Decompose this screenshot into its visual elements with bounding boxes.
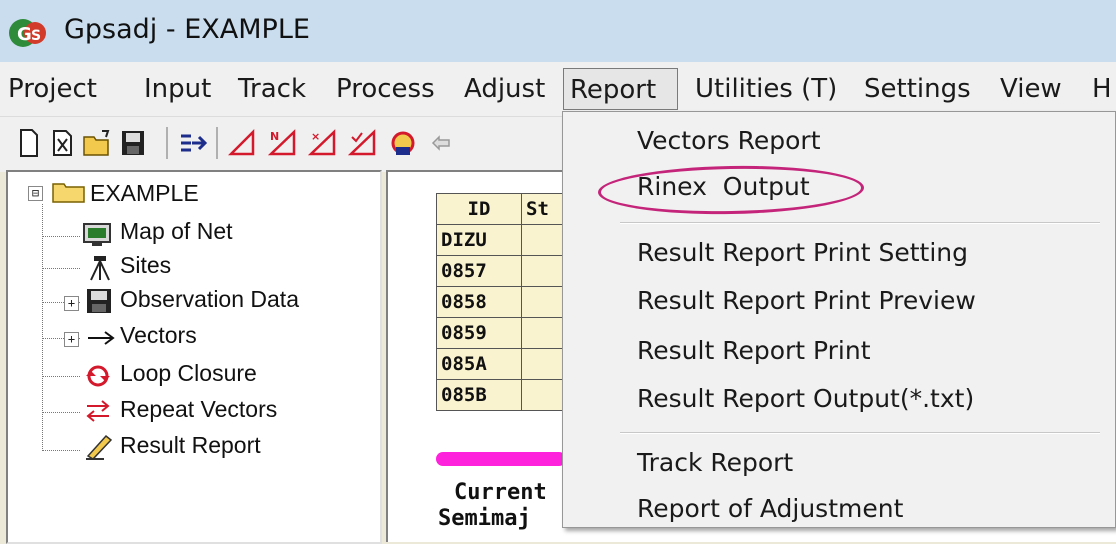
window-title: Gpsadj - EXAMPLE bbox=[64, 14, 310, 45]
svg-text:×: × bbox=[311, 130, 320, 143]
menu-item-report-of-adjustment[interactable]: Report of Adjustment bbox=[637, 494, 903, 523]
menu-separator bbox=[620, 222, 1100, 224]
loop-icon[interactable] bbox=[388, 127, 418, 159]
menu-process[interactable]: Process bbox=[336, 68, 435, 110]
close-file-icon[interactable] bbox=[50, 127, 76, 159]
arrow-icon[interactable] bbox=[430, 127, 452, 159]
grid-cell: DIZU bbox=[436, 224, 522, 256]
menu-input[interactable]: Input bbox=[144, 68, 211, 110]
triangle-check-icon[interactable] bbox=[348, 127, 378, 159]
grid-cell: 0859 bbox=[436, 317, 522, 349]
content-text-semimajor: Semimaj bbox=[438, 506, 531, 531]
tree-item-result-report[interactable]: Result Report bbox=[120, 432, 261, 459]
tree-connector bbox=[42, 412, 80, 413]
tree-item-observation-data[interactable]: Observation Data bbox=[120, 286, 299, 313]
triangle-icon[interactable] bbox=[228, 127, 256, 159]
menu-project[interactable]: Project bbox=[8, 68, 97, 110]
tree-item-sites[interactable]: Sites bbox=[120, 252, 171, 279]
menu-item-track-report[interactable]: Track Report bbox=[637, 448, 793, 477]
menu-item-result-report-print-preview[interactable]: Result Report Print Preview bbox=[637, 286, 976, 315]
loop-arrows-icon bbox=[86, 365, 110, 387]
menu-item-result-report-print[interactable]: Result Report Print bbox=[637, 336, 871, 365]
svg-text:G: G bbox=[17, 24, 32, 45]
right-arrow-icon bbox=[88, 331, 115, 345]
map-icon bbox=[83, 223, 111, 246]
tripod-icon bbox=[90, 256, 110, 281]
save-disk-icon bbox=[87, 289, 111, 313]
import-icon[interactable] bbox=[178, 127, 208, 159]
triangle-x-icon[interactable]: × bbox=[308, 127, 338, 159]
menu-item-result-report-print-setting[interactable]: Result Report Print Setting bbox=[637, 238, 968, 267]
toolbar-separator bbox=[166, 127, 168, 159]
new-file-icon[interactable] bbox=[18, 127, 40, 159]
menu-report[interactable]: Report bbox=[563, 68, 678, 110]
tree-connector bbox=[42, 268, 80, 269]
menu-utilities[interactable]: Utilities (T) bbox=[695, 68, 837, 110]
content-text-current: Current bbox=[454, 480, 547, 505]
tree-item-loop-closure[interactable]: Loop Closure bbox=[120, 360, 257, 387]
save-icon[interactable] bbox=[120, 127, 146, 159]
swap-arrows-icon bbox=[86, 400, 110, 422]
menu-separator bbox=[620, 432, 1100, 434]
svg-text:N: N bbox=[270, 130, 279, 143]
tree-item-repeat-vectors[interactable]: Repeat Vectors bbox=[120, 396, 277, 423]
tree-expand-toggle[interactable]: + bbox=[64, 296, 79, 311]
gpsadj-logo-icon: G S bbox=[9, 19, 46, 47]
pen-icon bbox=[86, 434, 113, 460]
triangle-n-icon[interactable]: N bbox=[268, 127, 298, 159]
grid-cell: 0858 bbox=[436, 286, 522, 318]
toolbar-separator bbox=[216, 127, 218, 159]
tree-collapse-toggle[interactable]: ⊟ bbox=[28, 186, 43, 201]
menu-view[interactable]: View bbox=[1000, 68, 1062, 110]
menu-item-vectors-report[interactable]: Vectors Report bbox=[637, 126, 821, 155]
menu-help[interactable]: H bbox=[1092, 68, 1112, 110]
tree-expand-toggle[interactable]: + bbox=[64, 332, 79, 347]
menu-item-result-report-output[interactable]: Result Report Output(*.txt) bbox=[637, 384, 974, 413]
folder-icon bbox=[52, 183, 85, 203]
grid-cell: 0857 bbox=[436, 255, 522, 287]
grid-cell: 085B bbox=[436, 379, 522, 411]
grid-header-id: ID bbox=[436, 193, 522, 225]
tree-connector bbox=[42, 236, 80, 237]
tree-connector bbox=[42, 376, 80, 377]
tree-connector bbox=[42, 450, 80, 451]
tree-connector bbox=[42, 204, 43, 451]
menu-adjust[interactable]: Adjust bbox=[464, 68, 545, 110]
tree-item-vectors[interactable]: Vectors bbox=[120, 322, 197, 349]
svg-text:S: S bbox=[31, 28, 41, 44]
menu-settings[interactable]: Settings bbox=[864, 68, 971, 110]
progress-bar bbox=[436, 452, 566, 466]
grid-cell: 085A bbox=[436, 348, 522, 380]
tree-root-label[interactable]: EXAMPLE bbox=[90, 180, 199, 207]
tree-item-map-of-net[interactable]: Map of Net bbox=[120, 218, 233, 245]
open-folder-icon[interactable] bbox=[82, 127, 112, 159]
menu-track[interactable]: Track bbox=[238, 68, 306, 110]
